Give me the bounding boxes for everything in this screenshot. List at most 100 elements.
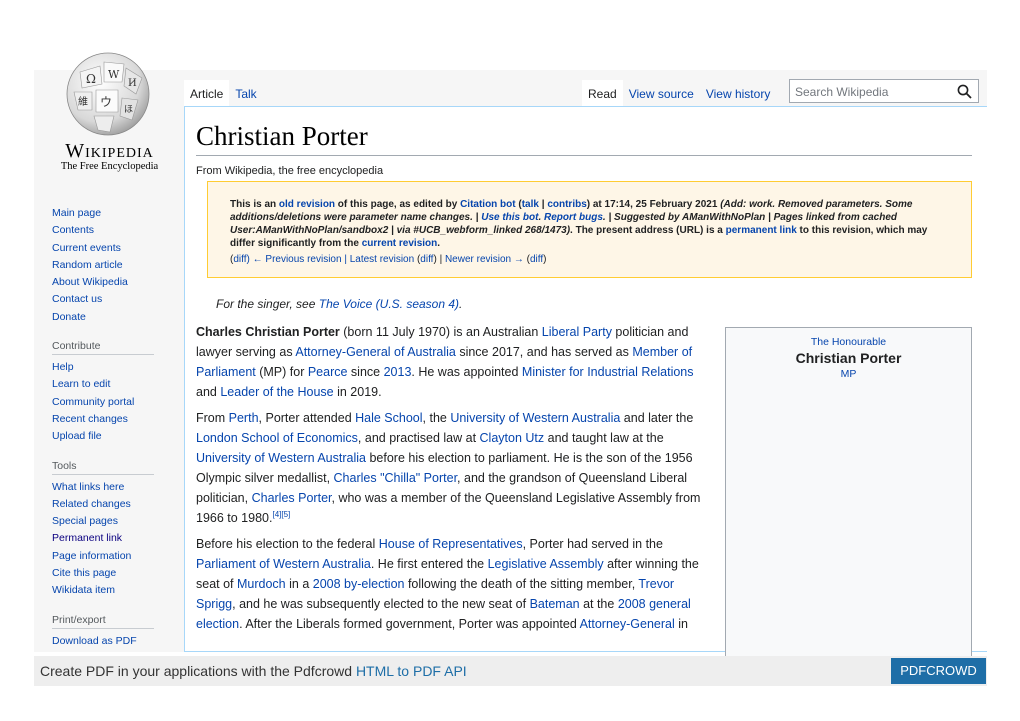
pdfcrowd-button[interactable]: PDFCROWD [891, 658, 986, 684]
link-leader-of-the-house[interactable]: Leader of the House [220, 385, 333, 399]
diff-link[interactable]: diff [233, 254, 246, 265]
text: , and he was subsequently elected to the… [232, 597, 530, 611]
hatnote: For the singer, see The Voice (U.S. seas… [216, 297, 462, 311]
link-2013[interactable]: 2013 [384, 365, 412, 379]
sidebar-item-related-changes[interactable]: Related changes [52, 496, 172, 513]
svg-text:ウ: ウ [100, 95, 112, 109]
sidebar-item-download-pdf[interactable]: Download as PDF [52, 633, 172, 650]
search-placeholder: Search Wikipedia [795, 85, 889, 99]
sidebar-item-upload-file[interactable]: Upload file [52, 428, 172, 445]
sidebar-item-donate[interactable]: Donate [52, 309, 172, 326]
search-icon[interactable] [957, 84, 972, 102]
sidebar-heading-tools: Tools [52, 460, 154, 475]
editor-link[interactable]: Citation bot [460, 199, 516, 210]
text: in 2019. [333, 385, 382, 399]
tab-view-history[interactable]: View history [700, 80, 776, 106]
text: and taught law at the [544, 431, 664, 445]
infobox: The Honourable Christian Porter MP [725, 327, 972, 657]
sidebar-item-page-information[interactable]: Page information [52, 548, 172, 565]
notice-text: . [437, 238, 441, 249]
link-chilla-porter[interactable]: Charles "Chilla" Porter [334, 471, 458, 485]
reference-link[interactable]: [4][5] [272, 510, 290, 519]
sidebar-item-special-pages[interactable]: Special pages [52, 513, 172, 530]
talk-link[interactable]: talk [522, 199, 539, 210]
sidebar-item-contact[interactable]: Contact us [52, 291, 172, 308]
report-bugs-link[interactable]: Report bugs [544, 212, 603, 223]
link-bateman[interactable]: Bateman [530, 597, 580, 611]
link-legislative-assembly[interactable]: Legislative Assembly [488, 557, 604, 571]
tab-read[interactable]: Read [582, 80, 623, 106]
sidebar-item-community-portal[interactable]: Community portal [52, 394, 172, 411]
text: since 2017, and has served as [455, 345, 633, 359]
sidebar-item-current-events[interactable]: Current events [52, 240, 172, 257]
old-revision-link[interactable]: old revision [279, 199, 335, 210]
sidebar-item-help[interactable]: Help [52, 359, 172, 376]
title-divider [196, 155, 972, 156]
text: , the [422, 411, 451, 425]
svg-text:ほ: ほ [124, 104, 133, 115]
link-liberal-party[interactable]: Liberal Party [542, 325, 612, 339]
sidebar: Main page Contents Current events Random… [52, 205, 172, 650]
infobox-name: Christian Porter [795, 350, 902, 366]
current-revision-link[interactable]: current revision [362, 238, 438, 249]
permanent-link-inline[interactable]: permanent link [726, 225, 797, 236]
text: , Porter had served in the [522, 537, 663, 551]
diff-link[interactable]: diff [530, 254, 543, 265]
text: , and practised law at [357, 431, 480, 445]
notice-text: . The present address (URL) is a [570, 225, 726, 236]
sidebar-item-recent-changes[interactable]: Recent changes [52, 411, 172, 428]
link-house-of-representatives[interactable]: House of Representatives [379, 537, 523, 551]
link-2008-by-election[interactable]: 2008 by-election [313, 577, 405, 591]
link-perth[interactable]: Perth [229, 411, 259, 425]
sidebar-item-what-links-here[interactable]: What links here [52, 479, 172, 496]
link-uwa[interactable]: University of Western Australia [196, 451, 366, 465]
link-minister-industrial-relations[interactable]: Minister for Industrial Relations [522, 365, 694, 379]
sidebar-item-learn-to-edit[interactable]: Learn to edit [52, 376, 172, 393]
sidebar-item-about[interactable]: About Wikipedia [52, 274, 172, 291]
link-clayton-utz[interactable]: Clayton Utz [480, 431, 545, 445]
revision-navigation: (diff) ← Previous revision | Latest revi… [230, 253, 951, 266]
text: at the [579, 597, 618, 611]
sidebar-item-contents[interactable]: Contents [52, 222, 172, 239]
newer-revision-link[interactable]: Newer revision → [445, 254, 524, 265]
link-attorney-general-wa[interactable]: Attorney-General [580, 617, 675, 631]
sidebar-heading-contribute: Contribute [52, 340, 154, 356]
sidebar-item-main-page[interactable]: Main page [52, 205, 172, 222]
subject-name: Charles Christian Porter [196, 325, 340, 339]
nav-text: ) [543, 254, 547, 265]
link-hale-school[interactable]: Hale School [355, 411, 422, 425]
page-title: Christian Porter [196, 121, 368, 151]
link-parliament-wa[interactable]: Parliament of Western Australia [196, 557, 371, 571]
latest-revision-link[interactable]: Latest revision [350, 254, 414, 265]
nav-text: ) | [433, 254, 445, 265]
nav-text: ) ← Previous revision | [246, 254, 350, 265]
tab-article[interactable]: Article [184, 80, 230, 106]
link-pearce[interactable]: Pearce [308, 365, 348, 379]
view-tabs: Read View source View history [582, 80, 776, 106]
svg-text:維: 維 [78, 95, 88, 108]
namespace-tabs: Article Talk [184, 80, 263, 106]
text: , Porter attended [258, 411, 356, 425]
diff-link[interactable]: diff [420, 254, 433, 265]
sidebar-item-wikidata-item[interactable]: Wikidata item [52, 582, 172, 599]
wikipedia-globe-logo[interactable]: Ω W И ウ 維 ほ [60, 50, 156, 138]
sidebar-item-cite-this-page[interactable]: Cite this page [52, 565, 172, 582]
article-body: Charles Christian Porter (born 11 July 1… [196, 322, 716, 640]
link-uwa[interactable]: University of Western Australia [450, 411, 620, 425]
sidebar-item-random-article[interactable]: Random article [52, 257, 172, 274]
hatnote-link[interactable]: The Voice (U.S. season 4) [319, 297, 459, 311]
sidebar-item-permanent-link[interactable]: Permanent link [52, 530, 172, 547]
text: (born 11 July 1970) is an Australian [339, 325, 542, 339]
link-attorney-general[interactable]: Attorney-General of Australia [295, 345, 456, 359]
link-charles-porter[interactable]: Charles Porter [252, 491, 332, 505]
tab-view-source[interactable]: View source [623, 80, 700, 106]
use-this-bot-link[interactable]: Use this bot [481, 212, 538, 223]
contribs-link[interactable]: contribs [547, 199, 586, 210]
html-to-pdf-api-link[interactable]: HTML to PDF API [356, 663, 467, 679]
infobox-honorific[interactable]: The Honourable [726, 336, 971, 348]
link-murdoch[interactable]: Murdoch [237, 577, 286, 591]
search-input[interactable]: Search Wikipedia [789, 79, 979, 103]
link-lse[interactable]: London School of Economics [196, 431, 358, 445]
infobox-post[interactable]: MP [726, 368, 971, 380]
tab-talk[interactable]: Talk [229, 80, 262, 106]
